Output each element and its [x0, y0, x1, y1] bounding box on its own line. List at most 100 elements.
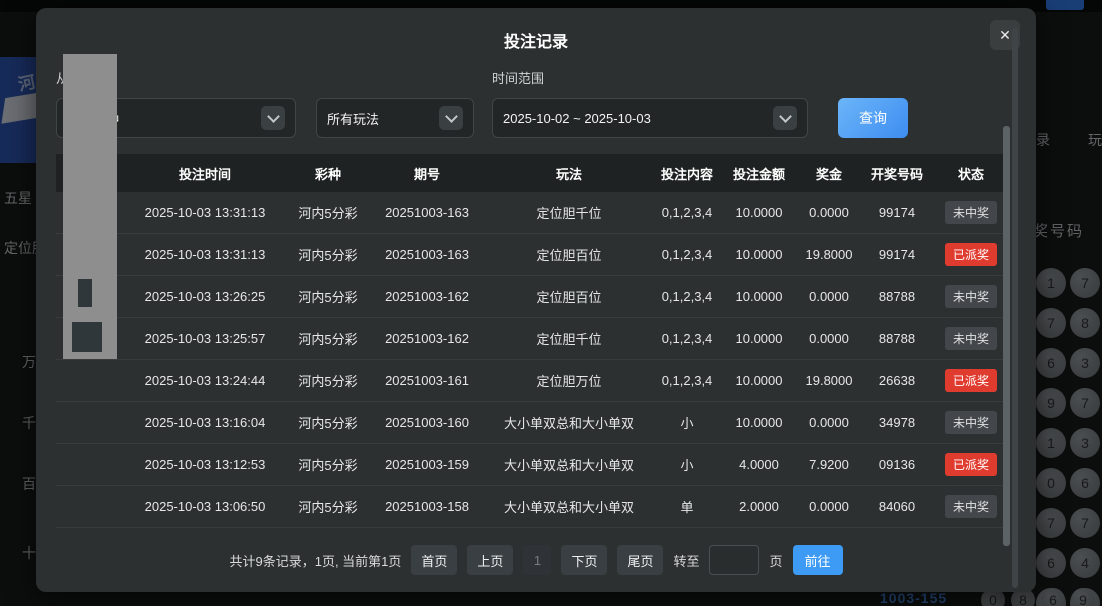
cell-play: 定位胆万位 [484, 371, 654, 390]
cell-issue: 20251003-161 [370, 373, 484, 388]
cell-status: 已派奖 [934, 369, 1008, 392]
cell-content: 0,1,2,3,4 [654, 289, 720, 304]
cell-time: 2025-10-03 13:25:57 [124, 331, 286, 346]
betting-records-modal: 投注记录 ✕ 从 所有彩种 所有玩法 时间范围 2025-10-02 ~ 202… [36, 8, 1036, 592]
cell-time: 2025-10-03 13:12:53 [124, 457, 286, 472]
cell-issue: 20251003-163 [370, 247, 484, 262]
bet-records-table: 用户名 投注时间 彩种 期号 玩法 投注内容 投注金额 奖金 开奖号码 状态 2… [56, 154, 1008, 528]
close-icon: ✕ [999, 27, 1011, 44]
cell-status: 未中奖 [934, 495, 1008, 518]
cell-amount: 10.0000 [720, 247, 798, 262]
cell-status: 未中奖 [934, 327, 1008, 350]
cell-play: 定位胆百位 [484, 287, 654, 306]
table-scrollbar[interactable] [1003, 126, 1010, 546]
table-row: 2025-10-03 13:16:04河内5分彩20251003-160大小单双… [56, 402, 1008, 444]
status-badge: 未中奖 [945, 327, 997, 350]
cell-status: 已派奖 [934, 243, 1008, 266]
cell-prize: 0.0000 [798, 205, 860, 220]
pagination-bar: 共计9条记录，1页, 当前第1页 首页 上页 1 下页 尾页 转至 页 前往 [36, 544, 1036, 576]
time-range-select-value: 2025-10-02 ~ 2025-10-03 [503, 111, 773, 126]
cell-content: 小 [654, 413, 720, 432]
cell-status: 已派奖 [934, 453, 1008, 476]
cell-lottery: 河内5分彩 [286, 245, 370, 264]
cell-time: 2025-10-03 13:24:44 [124, 373, 286, 388]
cell-lottery: 河内5分彩 [286, 371, 370, 390]
table-row: 2025-10-03 13:26:25河内5分彩20251003-162定位胆百… [56, 276, 1008, 318]
current-page-button[interactable]: 1 [523, 545, 551, 575]
cell-play: 定位胆千位 [484, 203, 654, 222]
col-draw-number: 开奖号码 [860, 164, 934, 183]
redaction-mark [72, 322, 102, 352]
cell-prize: 19.8000 [798, 247, 860, 262]
chevron-down-icon [773, 106, 797, 130]
goto-page-input[interactable] [709, 545, 759, 575]
cell-issue: 20251003-160 [370, 415, 484, 430]
cell-content: 0,1,2,3,4 [654, 205, 720, 220]
status-badge: 未中奖 [945, 285, 997, 308]
status-badge: 已派奖 [945, 453, 997, 476]
cell-prize: 7.9200 [798, 457, 860, 472]
redaction-mark [78, 279, 92, 307]
cell-amount: 4.0000 [720, 457, 798, 472]
play-type-select-value: 所有玩法 [327, 109, 439, 128]
modal-title: 投注记录 [36, 28, 1036, 52]
chevron-down-icon [439, 106, 463, 130]
col-amount: 投注金额 [720, 164, 798, 183]
col-prize: 奖金 [798, 164, 860, 183]
cell-content: 0,1,2,3,4 [654, 331, 720, 346]
cell-draw: 84060 [860, 499, 934, 514]
cell-lottery: 河内5分彩 [286, 329, 370, 348]
cell-status: 未中奖 [934, 411, 1008, 434]
last-page-button[interactable]: 尾页 [617, 545, 663, 575]
table-row: 2025-10-03 13:24:44河内5分彩20251003-161定位胆万… [56, 360, 1008, 402]
cell-prize: 0.0000 [798, 499, 860, 514]
next-page-button[interactable]: 下页 [561, 545, 607, 575]
status-badge: 未中奖 [945, 411, 997, 434]
col-bet-time: 投注时间 [124, 164, 286, 183]
play-type-select[interactable]: 所有玩法 [316, 98, 474, 138]
chevron-down-icon [261, 106, 285, 130]
table-row: 2025-10-03 13:31:13河内5分彩20251003-163定位胆百… [56, 234, 1008, 276]
cell-issue: 20251003-162 [370, 331, 484, 346]
cell-lottery: 河内5分彩 [286, 455, 370, 474]
col-status: 状态 [934, 164, 1008, 183]
cell-issue: 20251003-162 [370, 289, 484, 304]
cell-content: 单 [654, 497, 720, 516]
col-lottery: 彩种 [286, 164, 370, 183]
cell-prize: 0.0000 [798, 289, 860, 304]
cell-draw: 88788 [860, 289, 934, 304]
goto-label: 转至 [673, 551, 699, 570]
first-page-button[interactable]: 首页 [411, 545, 457, 575]
status-badge: 已派奖 [945, 243, 997, 266]
screen: 河 五星定位胆万位千位百位十位 录 玩 奖号码 1778639713067764… [0, 0, 1102, 606]
cell-amount: 10.0000 [720, 331, 798, 346]
cell-prize: 0.0000 [798, 415, 860, 430]
cell-content: 小 [654, 455, 720, 474]
cell-draw: 09136 [860, 457, 934, 472]
col-issue: 期号 [370, 164, 484, 183]
cell-amount: 10.0000 [720, 415, 798, 430]
cell-status: 未中奖 [934, 285, 1008, 308]
go-button[interactable]: 前往 [793, 545, 843, 575]
cell-time: 2025-10-03 13:06:50 [124, 499, 286, 514]
cell-lottery: 河内5分彩 [286, 287, 370, 306]
table-header-row: 用户名 投注时间 彩种 期号 玩法 投注内容 投注金额 奖金 开奖号码 状态 [56, 154, 1008, 192]
cell-time: 2025-10-03 13:31:13 [124, 205, 286, 220]
prev-page-button[interactable]: 上页 [467, 545, 513, 575]
col-content: 投注内容 [654, 164, 720, 183]
cell-amount: 10.0000 [720, 205, 798, 220]
col-play: 玩法 [484, 164, 654, 183]
status-badge: 已派奖 [945, 369, 997, 392]
cell-issue: 20251003-159 [370, 457, 484, 472]
table-row: 2025-10-03 13:31:13河内5分彩20251003-163定位胆千… [56, 192, 1008, 234]
cell-play: 大小单双总和大小单双 [484, 497, 654, 516]
modal-scrollbar[interactable] [1012, 28, 1018, 588]
status-badge: 未中奖 [945, 201, 997, 224]
table-body: 2025-10-03 13:31:13河内5分彩20251003-163定位胆千… [56, 192, 1008, 528]
query-button[interactable]: 查询 [838, 98, 908, 138]
cell-lottery: 河内5分彩 [286, 413, 370, 432]
cell-amount: 2.0000 [720, 499, 798, 514]
time-range-select[interactable]: 2025-10-02 ~ 2025-10-03 [492, 98, 808, 138]
cell-time: 2025-10-03 13:16:04 [124, 415, 286, 430]
pagination-summary: 共计9条记录，1页, 当前第1页 [229, 551, 401, 570]
